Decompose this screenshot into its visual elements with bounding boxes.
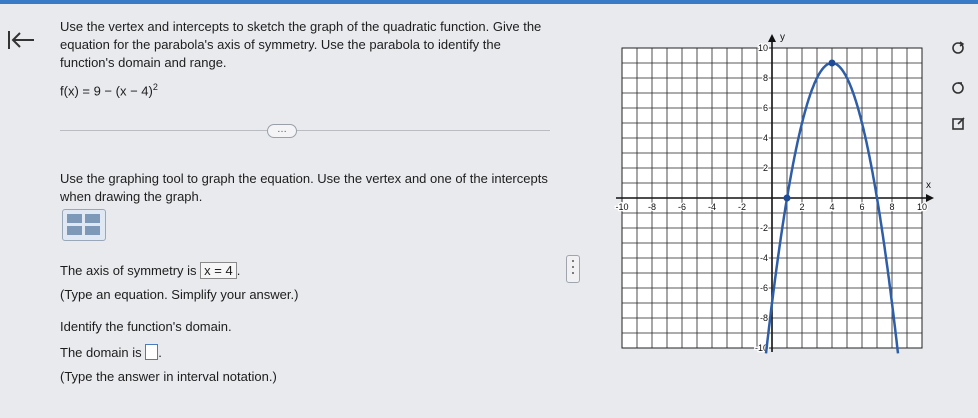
expand-icon[interactable] — [950, 116, 966, 132]
domain-answer-line: The domain is . — [60, 344, 162, 362]
axis-hint: (Type an equation. Simplify your answer.… — [60, 287, 299, 302]
section-divider — [60, 130, 550, 131]
y-tick-label: 6 — [763, 103, 768, 113]
graph-canvas[interactable]: xy-10 -8 -6 -4 -2 2 4 6 8 10108642-2-4-6-8-10 — [610, 28, 940, 368]
function-expression: f(x) = 9 − (x − 4)2 — [60, 82, 158, 98]
y-axis-label: y — [780, 32, 785, 43]
x-tick-label: -2 — [738, 202, 746, 212]
y-tick-label: -8 — [760, 313, 768, 323]
plotted-point — [783, 194, 791, 202]
domain-answer-field[interactable] — [145, 344, 159, 360]
y-tick-label: 8 — [763, 73, 768, 83]
x-tick-label: 10 — [917, 202, 927, 212]
function-exponent: 2 — [152, 82, 158, 92]
x-tick-label: 2 — [799, 202, 804, 212]
x-tick-label: -10 — [615, 202, 628, 212]
x-tick-label: -4 — [708, 202, 716, 212]
plotted-point — [828, 59, 836, 67]
refresh-icon[interactable] — [950, 40, 966, 56]
axis-answer-line: The axis of symmetry is x = 4. — [60, 262, 240, 280]
function-text: f(x) = 9 − (x − 4) — [60, 83, 153, 99]
x-tick-label: 8 — [889, 202, 894, 212]
axis-prefix: The axis of symmetry is — [60, 263, 197, 278]
y-tick-label: -2 — [760, 223, 768, 233]
domain-prompt: Identify the function's domain. — [60, 319, 232, 334]
graph-instruction: Use the graphing tool to graph the equat… — [60, 171, 548, 204]
domain-suffix: . — [158, 345, 162, 360]
x-axis-label: x — [926, 180, 931, 191]
tool-quadrant-icon — [67, 214, 82, 223]
x-tick-label: 6 — [859, 202, 864, 212]
tool-quadrant-icon — [85, 214, 100, 223]
reset-icon[interactable] — [950, 80, 966, 96]
x-tick-label: -6 — [678, 202, 686, 212]
y-tick-label: 4 — [763, 133, 768, 143]
y-tick-label: -4 — [760, 253, 768, 263]
axis-suffix: . — [236, 263, 241, 278]
y-tick-label: -6 — [760, 283, 768, 293]
top-accent-bar — [0, 0, 978, 4]
graphing-tool-button[interactable] — [62, 209, 106, 241]
back-arrow-icon[interactable] — [6, 28, 36, 52]
problem-instruction: Use the vertex and intercepts to sketch … — [60, 19, 542, 70]
y-tick-label: 10 — [758, 43, 768, 53]
panel-resize-handle[interactable] — [566, 255, 580, 283]
x-tick-label: -8 — [648, 202, 656, 212]
domain-prefix: The domain is — [60, 345, 142, 360]
axis-answer-field[interactable]: x = 4 — [200, 262, 237, 279]
y-tick-label: 2 — [763, 163, 768, 173]
x-axis-arrow — [926, 194, 934, 202]
tool-quadrant-icon — [85, 226, 100, 235]
more-options-button[interactable]: … — [267, 124, 297, 138]
y-axis-arrow — [768, 34, 776, 42]
tool-quadrant-icon — [67, 226, 82, 235]
domain-hint: (Type the answer in interval notation.) — [60, 369, 277, 384]
x-tick-label: 4 — [829, 202, 834, 212]
